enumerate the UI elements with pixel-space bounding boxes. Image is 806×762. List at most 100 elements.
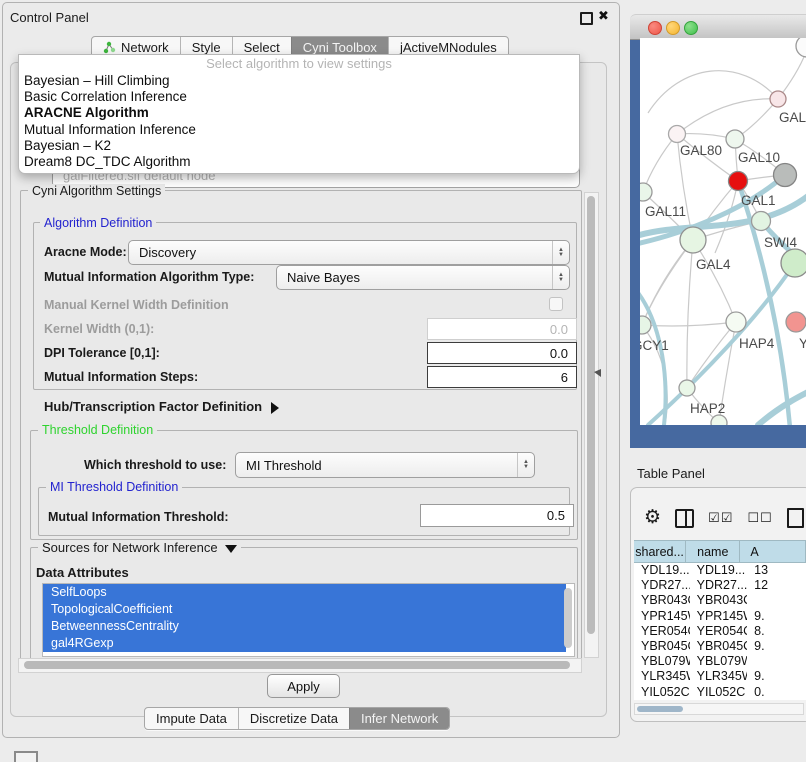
attribute-item[interactable]: TopologicalCoefficient	[43, 601, 566, 618]
node-label-GAL80: GAL80	[680, 143, 722, 158]
report-icon[interactable]	[787, 508, 804, 528]
node-label-salmon-node: Y	[799, 336, 806, 351]
cyni-settings-title: Cyni Algorithm Settings	[28, 184, 165, 198]
dpi-tolerance-label: DPI Tolerance [0,1]:	[44, 346, 160, 360]
attribute-item[interactable]: SelfLoops	[43, 584, 566, 601]
mi-threshold-field[interactable]: 0.5	[420, 504, 574, 527]
tab-infer-network[interactable]: Infer Network	[349, 708, 449, 729]
network-icon	[103, 41, 116, 54]
algorithm-option[interactable]: Mutual Information Inference	[19, 122, 579, 138]
network-edge-thick[interactable]	[640, 290, 666, 425]
column-header[interactable]: shared...	[634, 541, 686, 562]
attribute-item[interactable]: gal4RGexp	[43, 635, 566, 652]
minimized-panel-icon[interactable]	[14, 751, 38, 762]
table-row[interactable]: YLR345WYLR345W9.	[634, 669, 806, 684]
horizontal-scrollbar-thumb[interactable]	[24, 661, 570, 669]
dpi-tolerance-field[interactable]: 0.0	[427, 342, 577, 364]
columns-icon[interactable]	[675, 509, 694, 528]
table-row[interactable]: YDR27...YDR27...12	[634, 578, 806, 593]
network-edge[interactable]	[693, 240, 736, 322]
close-traffic-light-icon[interactable]	[648, 21, 662, 35]
network-node-GAL10[interactable]	[726, 130, 744, 148]
column-header[interactable]: name	[686, 541, 740, 562]
minimize-traffic-light-icon[interactable]	[666, 21, 680, 35]
which-threshold-combo[interactable]: MI Threshold ▲▼	[235, 452, 535, 478]
network-node-GAL1[interactable]	[729, 172, 748, 191]
manual-kernel-checkbox[interactable]	[549, 297, 563, 311]
column-header[interactable]: A	[740, 541, 806, 562]
table-header-row: shared...nameA	[634, 540, 806, 563]
gear-icon[interactable]: ⚙	[644, 508, 661, 528]
table-row[interactable]: YBR043CYBR043C	[634, 593, 806, 608]
network-node-clipped-top[interactable]	[796, 38, 806, 57]
network-canvas[interactable]: GALGAL80GAL10GAL1GAL11SWI4GAL4GCY1HAP4YH…	[640, 38, 806, 425]
network-node-salmon-node[interactable]	[786, 312, 806, 332]
table-row[interactable]: YBL079WYBL079W	[634, 654, 806, 669]
manual-kernel-label: Manual Kernel Width Definition	[44, 298, 229, 312]
table-scrollbar-thumb[interactable]	[637, 706, 683, 712]
mi-threshold-label: Mutual Information Threshold:	[48, 510, 229, 524]
network-node-big-green[interactable]	[781, 249, 806, 277]
aracne-mode-label: Aracne Mode:	[44, 245, 127, 259]
aracne-mode-combo[interactable]: Discovery ▲▼	[128, 240, 570, 265]
algorithm-option[interactable]: Dream8 DC_TDC Algorithm	[19, 154, 579, 170]
table-row[interactable]: YER054CYER054C8.	[634, 624, 806, 639]
algorithm-option[interactable]: ARACNE Algorithm	[19, 105, 579, 121]
table-row[interactable]: YBR045CYBR045C9.	[634, 639, 806, 654]
network-node-GCY1[interactable]	[640, 316, 651, 334]
deselect-all-icon[interactable]: ☐☐	[747, 510, 772, 526]
kernel-width-label: Kernel Width (0,1):	[44, 322, 154, 336]
network-node-HAP2[interactable]	[679, 380, 695, 396]
network-node-GAL4[interactable]	[680, 227, 706, 253]
mi-threshold-group-title: MI Threshold Definition	[46, 480, 182, 494]
algorithm-placeholder: Select algorithm to view settings	[19, 55, 579, 73]
network-edge[interactable]	[643, 134, 677, 192]
node-label-GAL11: GAL11	[645, 204, 686, 219]
tab-discretize-data[interactable]: Discretize Data	[238, 708, 349, 729]
settings-vertical-scrollbar[interactable]	[584, 192, 599, 658]
table-horizontal-scrollbar[interactable]	[634, 703, 804, 715]
apply-button[interactable]: Apply	[267, 674, 340, 698]
table-row[interactable]: YIL052CYIL052C0.	[634, 685, 806, 700]
network-edge[interactable]	[687, 240, 693, 388]
network-node-GAL80[interactable]	[669, 126, 686, 143]
mi-algorithm-type-combo[interactable]: Naive Bayes ▲▼	[276, 265, 570, 290]
kernel-width-field[interactable]: 0.0	[427, 318, 577, 340]
tab-impute-data[interactable]: Impute Data	[145, 708, 238, 729]
network-edge[interactable]	[687, 322, 736, 388]
vertical-scrollbar-thumb[interactable]	[587, 196, 595, 634]
settings-horizontal-scrollbar[interactable]	[18, 658, 582, 673]
node-label-HAP4: HAP4	[739, 336, 775, 351]
network-window-titlebar[interactable]	[630, 14, 806, 40]
node-label-GAL1: GAL1	[741, 193, 776, 208]
close-icon[interactable]: ✖	[598, 8, 609, 24]
which-threshold-label: Which threshold to use:	[84, 458, 226, 472]
float-window-icon[interactable]	[580, 12, 593, 25]
control-panel-title: Control Panel	[10, 10, 89, 25]
algorithm-option[interactable]: Basic Correlation Inference	[19, 89, 579, 105]
attribute-item[interactable]: BetweennessCentrality	[43, 618, 566, 635]
algorithm-option[interactable]: Bayesian – Hill Climbing	[19, 73, 579, 89]
algorithm-dropdown-popup: Select algorithm to view settings Bayesi…	[18, 54, 580, 174]
mi-steps-field[interactable]: 6	[427, 366, 577, 388]
algorithm-option[interactable]: Bayesian – K2	[19, 138, 579, 154]
node-label-gal-partial: GAL	[779, 110, 806, 125]
network-node-HAP4[interactable]	[726, 312, 746, 332]
mi-algorithm-type-label: Mutual Information Algorithm Type:	[44, 270, 254, 284]
network-node-GAL11[interactable]	[640, 183, 652, 201]
network-edge-thick[interactable]	[758, 390, 806, 425]
zoom-traffic-light-icon[interactable]	[684, 21, 698, 35]
network-node-gray-node[interactable]	[774, 164, 797, 187]
network-node-SWI4[interactable]	[752, 212, 771, 231]
network-node-gal-partial[interactable]	[770, 91, 786, 107]
table-row[interactable]: YDL19...YDL19...13	[634, 563, 806, 578]
table-row[interactable]: YPR145WYPR145W9.	[634, 609, 806, 624]
network-node-bottom-node[interactable]	[711, 415, 727, 425]
hub-definition-toggle[interactable]: Hub/Transcription Factor Definition	[44, 399, 279, 414]
list-scrollbar-thumb[interactable]	[564, 588, 572, 648]
select-all-checks-icon[interactable]: ☑☑	[708, 510, 733, 526]
network-edge[interactable]	[648, 71, 778, 113]
combo-stepper-icon: ▲▼	[552, 241, 569, 264]
sources-group-title[interactable]: Sources for Network Inference	[38, 540, 241, 555]
table-toolbar: ⚙ ☑☑ ☐☐	[644, 504, 806, 532]
